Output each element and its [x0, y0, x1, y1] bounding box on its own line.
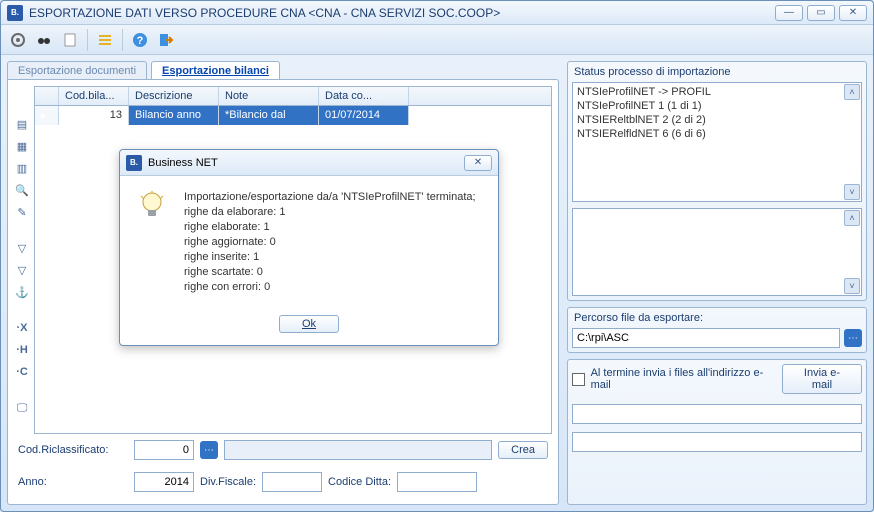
- dialog-message: Importazione/esportazione da/a 'NTSIePro…: [184, 190, 476, 295]
- app-icon: B.: [7, 5, 23, 21]
- icon-2[interactable]: ▦: [14, 138, 30, 154]
- cell-note: *Bilancio dal: [219, 106, 319, 125]
- zoom-icon[interactable]: 🔍: [14, 182, 30, 198]
- anchor-icon[interactable]: ⚓: [14, 284, 30, 300]
- tab-strip: Esportazione documenti Esportazione bila…: [7, 61, 559, 80]
- status-line: NTSIeProfilNET 1 (1 di 1): [577, 99, 857, 113]
- status-line: NTSIeProfilNET -> PROFIL: [577, 85, 857, 99]
- status-title: Status processo di importazione: [572, 66, 862, 82]
- path-title: Percorso file da esportare:: [572, 312, 862, 328]
- email-check-label: Al termine invia i files all'indirizzo e…: [591, 367, 776, 391]
- col-data[interactable]: Data co...: [319, 87, 409, 105]
- scroll-up-icon[interactable]: ˄: [844, 210, 860, 226]
- crea-button[interactable]: Crea: [498, 441, 548, 459]
- riclass-label: Cod.Riclassificato:: [18, 444, 128, 456]
- dialog-close-button[interactable]: ✕: [464, 155, 492, 171]
- close-button[interactable]: ✕: [839, 5, 867, 21]
- scroll-down-icon[interactable]: ˅: [844, 184, 860, 200]
- riclass-input[interactable]: [134, 440, 194, 460]
- icon-3[interactable]: ▥: [14, 160, 30, 176]
- col-codbila[interactable]: Cod.bila...: [59, 87, 129, 105]
- maximize-button[interactable]: ▭: [807, 5, 835, 21]
- tab-documenti[interactable]: Esportazione documenti: [7, 61, 147, 80]
- table-row[interactable]: ▸ 13 Bilancio anno *Bilancio dal 01/07/2…: [35, 106, 551, 125]
- status-group: Status processo di importazione ˄ ˅ NTSI…: [567, 61, 867, 301]
- cell-cod: 13: [59, 106, 129, 125]
- main-window: B. ESPORTAZIONE DATI VERSO PROCEDURE CNA…: [0, 0, 874, 512]
- cell-descr: Bilancio anno: [129, 106, 219, 125]
- dialog-title: Business NET: [148, 157, 218, 169]
- riclass-lookup-button[interactable]: ⋯: [200, 441, 218, 459]
- list-icon[interactable]: [94, 29, 116, 51]
- status-line: NTSIEReltblNET 2 (2 di 2): [577, 113, 857, 127]
- toolbar: ?: [1, 25, 873, 55]
- minimize-button[interactable]: —: [775, 5, 803, 21]
- email-group: Al termine invia i files all'indirizzo e…: [567, 359, 867, 505]
- scroll-down-icon[interactable]: ˅: [844, 278, 860, 294]
- filter-icon[interactable]: ▽: [14, 240, 30, 256]
- exit-icon[interactable]: [155, 29, 177, 51]
- titlebar: B. ESPORTAZIONE DATI VERSO PROCEDURE CNA…: [1, 1, 873, 25]
- path-input[interactable]: [572, 328, 840, 348]
- grid-toolbar: ▤ ▦ ▥ 🔍 ✎ ▽ ▽ ⚓ ·X ·H ·C 🖵: [14, 86, 34, 434]
- anno-input[interactable]: [134, 472, 194, 492]
- new-doc-icon[interactable]: [59, 29, 81, 51]
- tab-bilanci[interactable]: Esportazione bilanci: [151, 61, 280, 80]
- x-icon[interactable]: ·X: [14, 320, 30, 336]
- col-descrizione[interactable]: Descrizione: [129, 87, 219, 105]
- window-title: ESPORTAZIONE DATI VERSO PROCEDURE CNA <C…: [29, 6, 500, 20]
- dialog-app-icon: B.: [126, 155, 142, 171]
- help-icon[interactable]: ?: [129, 29, 151, 51]
- path-group: Percorso file da esportare: ⋯: [567, 307, 867, 353]
- h-icon[interactable]: ·H: [14, 342, 30, 358]
- scroll-up-icon[interactable]: ˄: [844, 84, 860, 100]
- cell-data: 01/07/2014: [319, 106, 409, 125]
- divfiscale-input[interactable]: [262, 472, 322, 492]
- icon-1[interactable]: ▤: [14, 116, 30, 132]
- send-email-button[interactable]: Invia e-mail: [782, 364, 862, 394]
- message-dialog: B. Business NET ✕ Importazione/esportazi…: [119, 149, 499, 346]
- riclass-desc-input: [224, 440, 492, 460]
- svg-text:?: ?: [137, 35, 144, 47]
- email-input-2[interactable]: [572, 432, 862, 452]
- codiceditta-label: Codice Ditta:: [328, 476, 391, 488]
- monitor-icon[interactable]: 🖵: [14, 400, 30, 416]
- c-icon[interactable]: ·C: [14, 364, 30, 380]
- dialog-ok-button[interactable]: Ok: [279, 315, 339, 333]
- filter-off-icon[interactable]: ▽: [14, 262, 30, 278]
- brush-icon[interactable]: ✎: [14, 204, 30, 220]
- settings-icon[interactable]: [7, 29, 29, 51]
- status-line: NTSIERelfldNET 6 (6 di 6): [577, 127, 857, 141]
- anno-label: Anno:: [18, 476, 128, 488]
- email-checkbox[interactable]: [572, 373, 585, 386]
- status-listbox-2[interactable]: ˄ ˅: [572, 208, 862, 296]
- col-note[interactable]: Note: [219, 87, 319, 105]
- lightbulb-icon: [136, 190, 168, 222]
- binoculars-icon[interactable]: [33, 29, 55, 51]
- divfiscale-label: Div.Fiscale:: [200, 476, 256, 488]
- status-listbox[interactable]: ˄ ˅ NTSIeProfilNET -> PROFIL NTSIeProfil…: [572, 82, 862, 202]
- email-input-1[interactable]: [572, 404, 862, 424]
- path-browse-button[interactable]: ⋯: [844, 329, 862, 347]
- codiceditta-input[interactable]: [397, 472, 477, 492]
